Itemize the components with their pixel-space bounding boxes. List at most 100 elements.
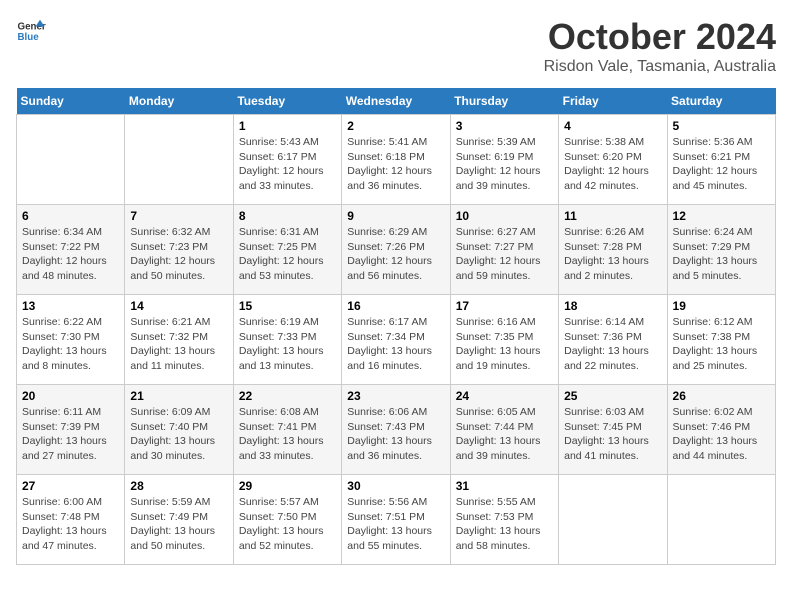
day-number: 29: [239, 479, 336, 493]
day-number: 24: [456, 389, 553, 403]
weekday-header: Wednesday: [342, 88, 450, 115]
calendar-week-row: 1 Sunrise: 5:43 AMSunset: 6:17 PMDaylight…: [17, 115, 776, 205]
day-number: 20: [22, 389, 119, 403]
calendar-day-cell: 28Sunrise: 5:59 AMSunset: 7:49 PMDayligh…: [125, 475, 233, 565]
day-number: 10: [456, 209, 553, 223]
day-number: 3: [456, 119, 553, 133]
calendar-day-cell: 22 Sunrise: 6:08 AMSunset: 7:41 PMDayligh…: [233, 385, 341, 475]
calendar-day-cell: 16 Sunrise: 6:17 AMSunset: 7:34 PMDayligh…: [342, 295, 450, 385]
calendar-week-row: 27 Sunrise: 6:00 AMSunset: 7:48 PMDayligh…: [17, 475, 776, 565]
calendar-day-cell: 19 Sunrise: 6:12 AMSunset: 7:38 PMDayligh…: [667, 295, 775, 385]
day-detail: Sunrise: 6:22 AMSunset: 7:30 PMDaylight:…: [22, 315, 119, 374]
day-detail: Sunrise: 6:00 AMSunset: 7:48 PMDaylight:…: [22, 495, 119, 554]
calendar-day-cell: 3 Sunrise: 5:39 AMSunset: 6:19 PMDaylight…: [450, 115, 558, 205]
calendar-day-cell: 14 Sunrise: 6:21 AMSunset: 7:32 PMDayligh…: [125, 295, 233, 385]
location-title: Risdon Vale, Tasmania, Australia: [544, 58, 776, 76]
day-number: 14: [130, 299, 227, 313]
day-detail: Sunrise: 6:19 AMSunset: 7:33 PMDaylight:…: [239, 315, 336, 374]
day-number: 13: [22, 299, 119, 313]
page-header: General Blue October 2024 Risdon Vale, T…: [16, 16, 776, 76]
day-detail: Sunrise: 5:43 AMSunset: 6:17 PMDaylight:…: [239, 135, 336, 194]
month-title: October 2024: [544, 16, 776, 58]
calendar-day-cell: 20 Sunrise: 6:11 AMSunset: 7:39 PMDayligh…: [17, 385, 125, 475]
day-number: 21: [130, 389, 227, 403]
calendar-week-row: 6Sunrise: 6:34 AMSunset: 7:22 PMDaylight…: [17, 205, 776, 295]
calendar-day-cell: 25 Sunrise: 6:03 AMSunset: 7:45 PMDayligh…: [559, 385, 667, 475]
day-number: 15: [239, 299, 336, 313]
day-number: 12: [673, 209, 770, 223]
day-detail: Sunrise: 5:55 AMSunset: 7:53 PMDaylight:…: [456, 495, 553, 554]
day-number: 27: [22, 479, 119, 493]
day-detail: Sunrise: 5:39 AMSunset: 6:19 PMDaylight:…: [456, 135, 553, 194]
day-number: 31: [456, 479, 553, 493]
calendar-day-cell: 24 Sunrise: 6:05 AMSunset: 7:44 PMDayligh…: [450, 385, 558, 475]
day-number: 7: [130, 209, 227, 223]
weekday-header: Monday: [125, 88, 233, 115]
calendar-table: SundayMondayTuesdayWednesdayThursdayFrid…: [16, 88, 776, 565]
calendar-day-cell: 11Sunrise: 6:26 AMSunset: 7:28 PMDayligh…: [559, 205, 667, 295]
day-detail: Sunrise: 6:27 AMSunset: 7:27 PMDaylight:…: [456, 225, 553, 284]
calendar-day-cell: [667, 475, 775, 565]
calendar-day-cell: 18Sunrise: 6:14 AMSunset: 7:36 PMDayligh…: [559, 295, 667, 385]
calendar-day-cell: 27 Sunrise: 6:00 AMSunset: 7:48 PMDayligh…: [17, 475, 125, 565]
day-detail: Sunrise: 6:32 AMSunset: 7:23 PMDaylight:…: [130, 225, 227, 284]
calendar-day-cell: 1 Sunrise: 5:43 AMSunset: 6:17 PMDaylight…: [233, 115, 341, 205]
day-number: 30: [347, 479, 444, 493]
weekday-header: Friday: [559, 88, 667, 115]
day-detail: Sunrise: 6:09 AMSunset: 7:40 PMDaylight:…: [130, 405, 227, 464]
day-number: 5: [673, 119, 770, 133]
calendar-day-cell: [559, 475, 667, 565]
day-detail: Sunrise: 5:57 AMSunset: 7:50 PMDaylight:…: [239, 495, 336, 554]
day-detail: Sunrise: 6:17 AMSunset: 7:34 PMDaylight:…: [347, 315, 444, 374]
day-number: 23: [347, 389, 444, 403]
day-detail: Sunrise: 6:12 AMSunset: 7:38 PMDaylight:…: [673, 315, 770, 374]
day-detail: Sunrise: 6:03 AMSunset: 7:45 PMDaylight:…: [564, 405, 661, 464]
calendar-day-cell: 5 Sunrise: 5:36 AMSunset: 6:21 PMDaylight…: [667, 115, 775, 205]
day-number: 1: [239, 119, 336, 133]
day-number: 28: [130, 479, 227, 493]
calendar-day-cell: 10 Sunrise: 6:27 AMSunset: 7:27 PMDayligh…: [450, 205, 558, 295]
day-detail: Sunrise: 6:24 AMSunset: 7:29 PMDaylight:…: [673, 225, 770, 284]
day-number: 22: [239, 389, 336, 403]
weekday-header: Saturday: [667, 88, 775, 115]
day-detail: Sunrise: 6:06 AMSunset: 7:43 PMDaylight:…: [347, 405, 444, 464]
calendar-week-row: 13 Sunrise: 6:22 AMSunset: 7:30 PMDayligh…: [17, 295, 776, 385]
calendar-day-cell: [125, 115, 233, 205]
day-number: 9: [347, 209, 444, 223]
calendar-day-cell: 13 Sunrise: 6:22 AMSunset: 7:30 PMDayligh…: [17, 295, 125, 385]
day-number: 8: [239, 209, 336, 223]
calendar-day-cell: 12 Sunrise: 6:24 AMSunset: 7:29 PMDayligh…: [667, 205, 775, 295]
day-number: 17: [456, 299, 553, 313]
calendar-day-cell: 29 Sunrise: 5:57 AMSunset: 7:50 PMDayligh…: [233, 475, 341, 565]
logo-icon: General Blue: [16, 16, 46, 46]
calendar-day-cell: 30 Sunrise: 5:56 AMSunset: 7:51 PMDayligh…: [342, 475, 450, 565]
weekday-header: Thursday: [450, 88, 558, 115]
logo: General Blue: [16, 16, 46, 46]
day-detail: Sunrise: 5:38 AMSunset: 6:20 PMDaylight:…: [564, 135, 661, 194]
day-detail: Sunrise: 6:31 AMSunset: 7:25 PMDaylight:…: [239, 225, 336, 284]
day-detail: Sunrise: 5:36 AMSunset: 6:21 PMDaylight:…: [673, 135, 770, 194]
calendar-day-cell: 6Sunrise: 6:34 AMSunset: 7:22 PMDaylight…: [17, 205, 125, 295]
calendar-header: SundayMondayTuesdayWednesdayThursdayFrid…: [17, 88, 776, 115]
day-detail: Sunrise: 6:05 AMSunset: 7:44 PMDaylight:…: [456, 405, 553, 464]
calendar-body: 1 Sunrise: 5:43 AMSunset: 6:17 PMDaylight…: [17, 115, 776, 565]
calendar-day-cell: 4Sunrise: 5:38 AMSunset: 6:20 PMDaylight…: [559, 115, 667, 205]
day-detail: Sunrise: 6:21 AMSunset: 7:32 PMDaylight:…: [130, 315, 227, 374]
day-number: 25: [564, 389, 661, 403]
day-number: 6: [22, 209, 119, 223]
calendar-day-cell: 7 Sunrise: 6:32 AMSunset: 7:23 PMDaylight…: [125, 205, 233, 295]
weekday-header: Sunday: [17, 88, 125, 115]
calendar-day-cell: 8 Sunrise: 6:31 AMSunset: 7:25 PMDaylight…: [233, 205, 341, 295]
calendar-day-cell: 26Sunrise: 6:02 AMSunset: 7:46 PMDayligh…: [667, 385, 775, 475]
weekday-header: Tuesday: [233, 88, 341, 115]
day-detail: Sunrise: 5:56 AMSunset: 7:51 PMDaylight:…: [347, 495, 444, 554]
day-number: 19: [673, 299, 770, 313]
svg-text:Blue: Blue: [18, 32, 40, 43]
day-detail: Sunrise: 5:41 AMSunset: 6:18 PMDaylight:…: [347, 135, 444, 194]
day-detail: Sunrise: 6:11 AMSunset: 7:39 PMDaylight:…: [22, 405, 119, 464]
calendar-week-row: 20 Sunrise: 6:11 AMSunset: 7:39 PMDayligh…: [17, 385, 776, 475]
day-number: 26: [673, 389, 770, 403]
day-detail: Sunrise: 6:08 AMSunset: 7:41 PMDaylight:…: [239, 405, 336, 464]
day-number: 11: [564, 209, 661, 223]
day-number: 16: [347, 299, 444, 313]
